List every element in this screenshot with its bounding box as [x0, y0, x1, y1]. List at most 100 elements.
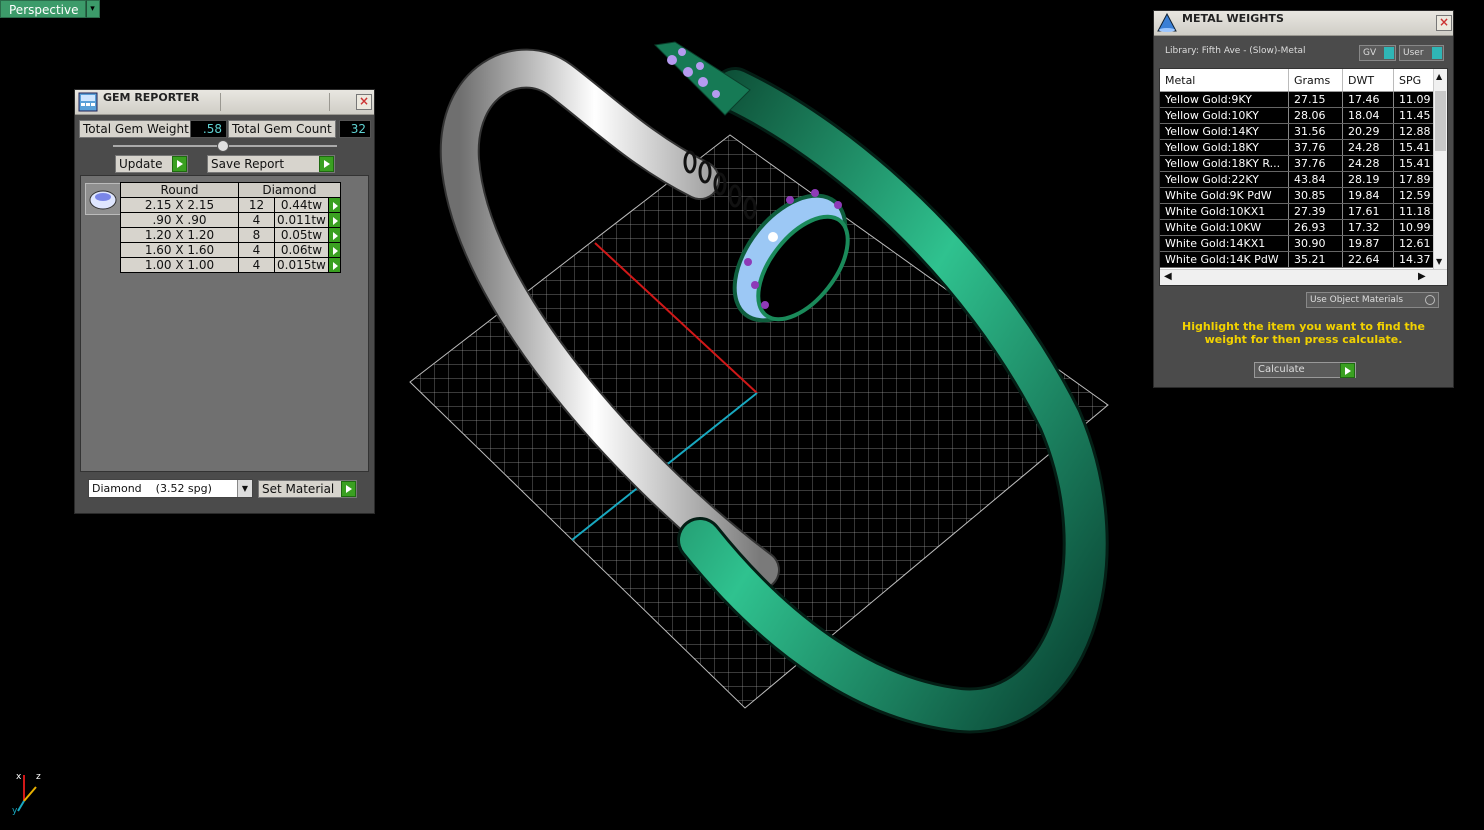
metal-grams: 27.15 — [1288, 91, 1343, 108]
update-button[interactable]: Update — [115, 155, 188, 173]
chevron-up-icon[interactable]: ▲ — [1436, 72, 1442, 81]
library-label: Library: Fifth Ave - (Slow)-Metal — [1165, 46, 1306, 56]
select-row-button[interactable] — [327, 257, 341, 273]
gem-weight: 0.015tw — [274, 257, 329, 273]
use-object-materials-toggle[interactable]: Use Object Materials — [1306, 292, 1439, 308]
total-gem-count-label: Total Gem Count — [228, 120, 336, 138]
metal-dwt: 17.32 — [1342, 219, 1394, 236]
select-row-button[interactable] — [327, 212, 341, 228]
calculate-label: Calculate — [1258, 364, 1305, 375]
metal-grams: 26.93 — [1288, 219, 1343, 236]
gem-size: .90 X .90 — [120, 212, 239, 228]
metal-dwt: 28.19 — [1342, 171, 1394, 188]
metal-grams: 31.56 — [1288, 123, 1343, 140]
metal-name: Yellow Gold:18KY — [1160, 139, 1289, 156]
chevron-down-icon[interactable]: ▼ — [1436, 257, 1442, 266]
gem-reporter-icon — [78, 92, 98, 112]
play-icon[interactable] — [319, 156, 334, 172]
table-row[interactable]: 2.15 X 2.15 12 0.44tw — [120, 197, 341, 213]
metal-name: Yellow Gold:22KY — [1160, 171, 1289, 188]
horizontal-scrollbar[interactable]: ◀ ▶ — [1160, 269, 1447, 285]
save-report-button[interactable]: Save Report — [207, 155, 335, 173]
grams-column-header[interactable]: Grams — [1288, 69, 1343, 92]
metal-weights-title: METAL WEIGHTS — [1182, 12, 1284, 25]
set-material-button[interactable]: Set Material — [258, 480, 357, 498]
table-row[interactable]: White Gold:14K PdW 35.21 22.64 14.37 — [1160, 251, 1440, 268]
select-row-button[interactable] — [327, 227, 341, 243]
metal-grams: 30.90 — [1288, 235, 1343, 252]
metal-dwt: 24.28 — [1342, 139, 1394, 156]
gem-table: Round Diamond 2.15 X 2.15 12 0.44tw .90 … — [120, 182, 341, 273]
chevron-right-icon[interactable]: ▶ — [1418, 271, 1426, 282]
metal-table-container: Metal Grams DWT SPG Yellow Gold:9KY 27.15… — [1159, 68, 1448, 286]
axis-x-label: x — [16, 772, 22, 782]
view-dropdown-icon[interactable]: ▾ — [85, 0, 100, 18]
slider-knob[interactable] — [217, 140, 229, 152]
table-row[interactable]: 1.60 X 1.60 4 0.06tw — [120, 242, 341, 258]
metal-name: White Gold:10KX1 — [1160, 203, 1289, 220]
gem-weight: 0.05tw — [274, 227, 329, 243]
toggle-indicator[interactable] — [1432, 47, 1442, 59]
gem-size: 1.20 X 1.20 — [120, 227, 239, 243]
table-row[interactable]: Yellow Gold:18KY 37.76 24.28 15.41 — [1160, 139, 1440, 156]
metal-grams: 37.76 — [1288, 139, 1343, 156]
gem-weight: 0.06tw — [274, 242, 329, 258]
use-object-materials-label: Use Object Materials — [1310, 295, 1404, 305]
user-toggle[interactable]: User — [1399, 45, 1444, 61]
dwt-column-header[interactable]: DWT — [1342, 69, 1394, 92]
table-row[interactable]: .90 X .90 4 0.011tw — [120, 212, 341, 228]
metal-weights-icon — [1157, 13, 1177, 32]
gem-weight: 0.011tw — [274, 212, 329, 228]
table-row[interactable]: Yellow Gold:9KY 27.15 17.46 11.09 — [1160, 91, 1440, 108]
view-label[interactable]: Perspective — [0, 0, 86, 18]
table-row[interactable]: White Gold:10KX1 27.39 17.61 11.18 — [1160, 203, 1440, 220]
chevron-left-icon[interactable]: ◀ — [1164, 271, 1172, 282]
chevron-down-icon[interactable]: ▼ — [237, 480, 252, 497]
close-icon[interactable]: × — [356, 94, 372, 110]
round-diamond-icon[interactable] — [85, 183, 121, 215]
table-row[interactable]: White Gold:14KX1 30.90 19.87 12.61 — [1160, 235, 1440, 252]
material-select[interactable]: Diamond (3.52 spg) ▼ — [88, 479, 253, 498]
table-row[interactable]: White Gold:10KW 26.93 17.32 10.99 — [1160, 219, 1440, 236]
close-icon[interactable]: × — [1436, 15, 1452, 31]
material-select-value: Diamond (3.52 spg) — [92, 482, 212, 495]
play-icon[interactable] — [341, 481, 356, 497]
gem-weight: 0.44tw — [274, 197, 329, 213]
view-menu[interactable]: Perspective ▾ — [0, 0, 100, 18]
gem-count: 12 — [238, 197, 275, 213]
gv-toggle[interactable]: GV — [1359, 45, 1396, 61]
metal-grams: 28.06 — [1288, 107, 1343, 124]
metal-table: Metal Grams DWT SPG Yellow Gold:9KY 27.15… — [1160, 69, 1440, 268]
gem-reporter-titlebar[interactable]: GEM REPORTER × — [75, 90, 374, 115]
scroll-thumb[interactable] — [1435, 91, 1446, 151]
table-row[interactable]: 1.00 X 1.00 4 0.015tw — [120, 257, 341, 273]
toggle-indicator[interactable] — [1384, 47, 1394, 59]
table-row[interactable]: 1.20 X 1.20 8 0.05tw — [120, 227, 341, 243]
table-row[interactable]: White Gold:9K PdW 30.85 19.84 12.59 — [1160, 187, 1440, 204]
metal-column-header[interactable]: Metal — [1160, 69, 1289, 92]
table-row[interactable]: Yellow Gold:18KY R... 37.76 24.28 15.41 — [1160, 155, 1440, 172]
play-icon[interactable] — [1340, 363, 1355, 378]
axis-y-label: y — [12, 806, 18, 815]
table-row[interactable]: Yellow Gold:22KY 43.84 28.19 17.89 — [1160, 171, 1440, 188]
metal-dwt: 19.87 — [1342, 235, 1394, 252]
total-gem-weight-value: .58 — [190, 120, 227, 138]
select-row-button[interactable] — [327, 242, 341, 258]
calculate-button[interactable]: Calculate — [1254, 362, 1356, 378]
radio-icon[interactable] — [1425, 295, 1435, 305]
metal-grams: 37.76 — [1288, 155, 1343, 172]
metal-weights-titlebar[interactable]: METAL WEIGHTS × — [1154, 11, 1453, 36]
gem-list-area: Round Diamond 2.15 X 2.15 12 0.44tw .90 … — [80, 175, 369, 472]
table-row[interactable]: Yellow Gold:10KY 28.06 18.04 11.45 — [1160, 107, 1440, 124]
play-icon[interactable] — [172, 156, 187, 172]
metal-dwt: 17.46 — [1342, 91, 1394, 108]
table-row[interactable]: Yellow Gold:14KY 31.56 20.29 12.88 — [1160, 123, 1440, 140]
axis-z-label: z — [36, 772, 41, 782]
gem-size-slider[interactable] — [113, 140, 337, 152]
select-row-button[interactable] — [327, 197, 341, 213]
set-material-label: Set Material — [262, 482, 335, 496]
stone-column-header: Diamond — [238, 182, 341, 198]
metal-dwt: 18.04 — [1342, 107, 1394, 124]
gem-count: 8 — [238, 227, 275, 243]
vertical-scrollbar[interactable]: ▲ ▼ — [1433, 69, 1447, 269]
